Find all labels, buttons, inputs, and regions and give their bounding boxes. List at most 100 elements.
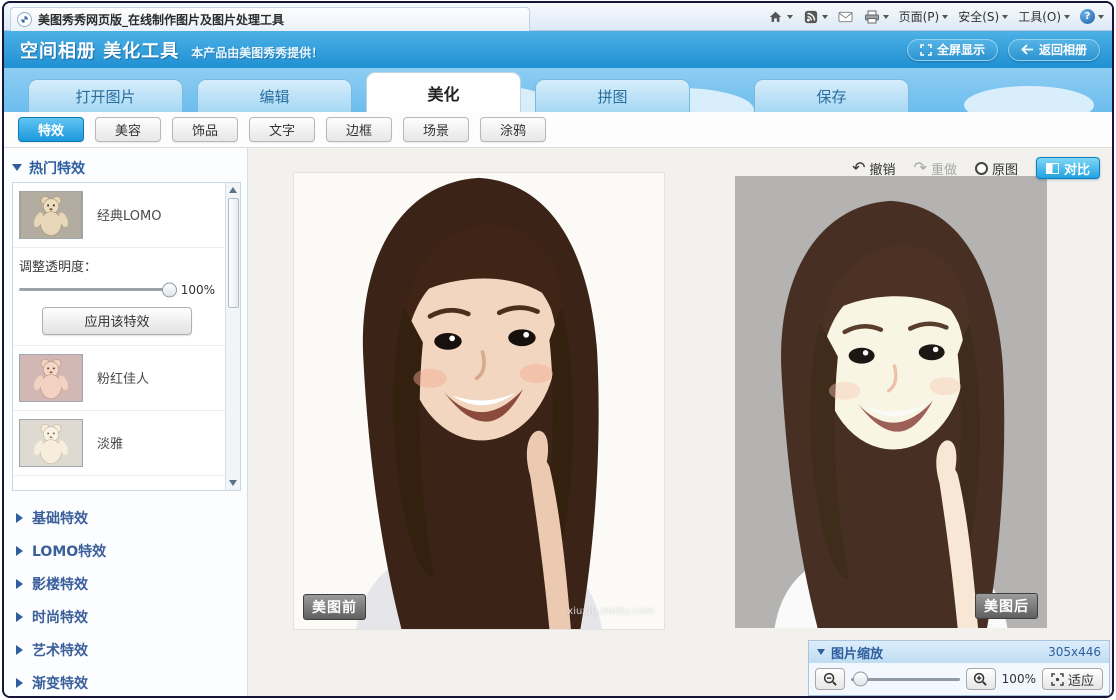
scroll-up-icon[interactable] — [227, 183, 240, 197]
fullscreen-icon — [920, 44, 932, 56]
zoom-out-button[interactable] — [815, 668, 845, 690]
zoom-in-icon — [973, 672, 988, 687]
undo-label: 撤销 — [870, 159, 896, 178]
category-label: 基础特效 — [32, 508, 88, 528]
fit-button[interactable]: 适应 — [1042, 668, 1103, 690]
section-title: 热门特效 — [29, 158, 85, 178]
effect-item-elegant[interactable]: 淡雅 — [13, 411, 225, 476]
redo-button[interactable]: ↷ 重做 — [914, 159, 957, 178]
content-area: 热门特效 经典LOMO 调整透明度： — [4, 148, 1112, 698]
category-label: 影楼特效 — [32, 574, 88, 594]
fullscreen-label: 全屏显示 — [937, 41, 985, 58]
tab-save[interactable]: 保存 — [754, 79, 909, 112]
app-header: 空间相册 美化工具 本产品由美图秀秀提供！ 全屏显示 返回相册 — [4, 31, 1112, 68]
tool-scene-button[interactable]: 场景 — [403, 117, 469, 142]
category-studio-effects[interactable]: 影楼特效 — [16, 567, 239, 600]
category-gradient-effects[interactable]: 渐变特效 — [16, 666, 239, 698]
category-lomo-effects[interactable]: LOMO特效 — [16, 534, 239, 567]
effects-sidebar: 热门特效 经典LOMO 调整透明度： — [4, 148, 248, 698]
mail-button[interactable] — [838, 9, 854, 24]
category-label: 渐变特效 — [32, 673, 88, 693]
browser-tab[interactable]: 美图秀秀网页版_在线制作图片及图片处理工具 — [10, 7, 530, 31]
tool-effects-button[interactable]: 特效 — [18, 117, 84, 142]
category-basic-effects[interactable]: 基础特效 — [16, 501, 239, 534]
section-hot-effects[interactable]: 热门特效 — [12, 154, 241, 182]
beautify-toolbar: 特效 美容 饰品 文字 边框 场景 涂鸦 — [4, 112, 1112, 148]
original-label: 原图 — [992, 159, 1018, 178]
tab-beautify[interactable]: 美化 — [366, 72, 521, 112]
feeds-button[interactable] — [803, 9, 828, 24]
fullscreen-button[interactable]: 全屏显示 — [907, 39, 998, 61]
tab-open-image[interactable]: 打开图片 — [28, 79, 183, 112]
browser-titlebar: 美图秀秀网页版_在线制作图片及图片处理工具 页面(P) — [4, 3, 1112, 31]
tools-caret-icon — [1064, 15, 1070, 19]
effect-thumbnail — [19, 419, 83, 467]
photo-after[interactable]: 美图后 — [735, 176, 1047, 628]
fit-icon — [1051, 673, 1064, 686]
help-button[interactable]: ? — [1080, 9, 1104, 24]
print-caret-icon — [883, 15, 889, 19]
tool-border-button[interactable]: 边框 — [326, 117, 392, 142]
effect-thumbnail — [19, 354, 83, 402]
chevron-right-icon — [16, 513, 23, 523]
opacity-slider-handle[interactable] — [162, 282, 177, 297]
redo-label: 重做 — [931, 159, 957, 178]
menu-security[interactable]: 安全(S) — [958, 8, 1008, 25]
menu-page[interactable]: 页面(P) — [899, 8, 949, 25]
page: 美图秀秀网页版_在线制作图片及图片处理工具 页面(P) — [0, 0, 1116, 700]
tab-collage[interactable]: 拼图 — [535, 79, 690, 112]
after-badge: 美图后 — [975, 593, 1038, 619]
tool-text-button[interactable]: 文字 — [249, 117, 315, 142]
print-button[interactable] — [864, 9, 889, 24]
effect-name: 经典LOMO — [97, 205, 161, 224]
effect-item-pink-lady[interactable]: 粉红佳人 — [13, 346, 225, 411]
chevron-right-icon — [16, 579, 23, 589]
effects-list-panel: 经典LOMO 调整透明度： 100% 应用该特效 — [12, 182, 241, 491]
category-label: LOMO特效 — [32, 541, 106, 561]
compare-button[interactable]: 对比 — [1036, 157, 1100, 179]
category-art-effects[interactable]: 艺术特效 — [16, 633, 239, 666]
scroll-down-icon[interactable] — [227, 476, 240, 490]
category-label: 时尚特效 — [32, 607, 88, 627]
chevron-right-icon — [16, 678, 23, 688]
home-button[interactable] — [768, 9, 793, 24]
photo-before[interactable]: 美图前 xiuxiu.meitu.com — [293, 172, 665, 630]
effects-scrollbar[interactable] — [225, 183, 240, 490]
redo-icon: ↷ — [914, 160, 927, 176]
menu-tools-label: 工具(O) — [1018, 8, 1061, 25]
apply-effect-button[interactable]: 应用该特效 — [42, 307, 192, 335]
fit-label: 适应 — [1068, 670, 1094, 689]
editor-canvas: ↶ 撤销 ↷ 重做 原图 对比 — [248, 148, 1112, 698]
back-to-album-button[interactable]: 返回相册 — [1008, 39, 1100, 61]
help-icon: ? — [1080, 9, 1095, 24]
opacity-label: 调整透明度： — [19, 256, 215, 275]
app-subtitle: 本产品由美图秀秀提供！ — [191, 44, 323, 61]
undo-button[interactable]: ↶ 撤销 — [852, 159, 895, 178]
page-caret-icon — [942, 15, 948, 19]
category-fashion-effects[interactable]: 时尚特效 — [16, 600, 239, 633]
effect-name: 粉红佳人 — [97, 368, 149, 387]
zoom-slider-handle[interactable] — [853, 672, 868, 687]
opacity-slider[interactable] — [19, 288, 175, 291]
zoom-out-icon — [823, 672, 838, 687]
menu-tools[interactable]: 工具(O) — [1018, 8, 1070, 25]
effect-item-classic-lomo[interactable]: 经典LOMO — [13, 183, 225, 248]
undo-icon: ↶ — [852, 160, 865, 176]
home-icon — [768, 9, 784, 24]
zoom-in-button[interactable] — [966, 668, 996, 690]
zoom-panel-title: 图片缩放 — [831, 643, 883, 662]
main-tabbar: 打开图片 编辑 美化 拼图 保存 — [4, 68, 1112, 112]
tool-doodle-button[interactable]: 涂鸦 — [480, 117, 546, 142]
original-image-toggle[interactable]: 原图 — [975, 159, 1018, 178]
mail-icon — [838, 9, 854, 24]
tab-edit[interactable]: 编辑 — [197, 79, 352, 112]
scrollbar-thumb[interactable] — [228, 198, 239, 308]
site-favicon-icon — [17, 12, 32, 27]
radio-icon — [975, 162, 988, 175]
tool-accessory-button[interactable]: 饰品 — [172, 117, 238, 142]
effect-categories: 基础特效 LOMO特效 影楼特效 时尚特效 艺术特效 — [12, 491, 241, 698]
page-title: 美图秀秀网页版_在线制作图片及图片处理工具 — [38, 11, 284, 28]
tool-beauty-button[interactable]: 美容 — [95, 117, 161, 142]
browser-window: 美图秀秀网页版_在线制作图片及图片处理工具 页面(P) — [2, 1, 1114, 698]
zoom-slider[interactable] — [851, 678, 960, 681]
